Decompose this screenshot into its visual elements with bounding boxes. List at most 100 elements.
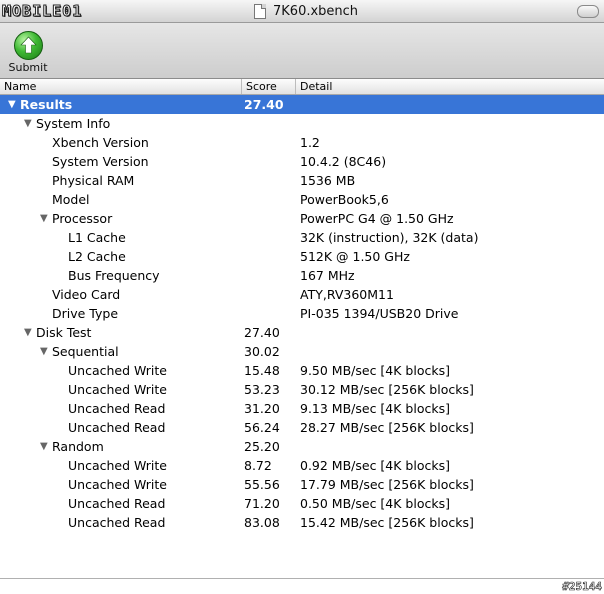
row-detail: 167 MHz [300,268,355,283]
table-row[interactable]: Uncached Write 15.48 9.50 MB/sec [4K block… [0,361,604,380]
table-row[interactable]: Xbench Version 1.2 [0,133,604,152]
table-bottom-border [0,578,604,579]
row-detail: 0.92 MB/sec [4K blocks] [300,458,450,473]
row-name: Uncached Read [68,515,166,530]
table-row[interactable]: ▼ Random 25.20 [0,437,604,456]
row-name: Uncached Write [68,382,167,397]
row-score: 31.20 [244,401,280,416]
table-row[interactable]: Model PowerBook5,6 [0,190,604,209]
row-detail: 32K (instruction), 32K (data) [300,230,479,245]
table-row[interactable]: Bus Frequency 167 MHz [0,266,604,285]
row-name: Video Card [52,287,121,302]
row-detail: 9.50 MB/sec [4K blocks] [300,363,450,378]
row-detail: 30.12 MB/sec [256K blocks] [300,382,474,397]
disclosure-triangle-icon[interactable]: ▼ [24,114,32,133]
row-score: 27.40 [244,97,284,112]
row-name: System Version [52,154,149,169]
window-title-text: 7K60.xbench [273,3,359,19]
table-row[interactable]: Uncached Read 83.08 15.42 MB/sec [256K blo… [0,513,604,532]
row-name: Uncached Write [68,458,167,473]
up-arrow-glyph [20,36,37,54]
row-score: 15.48 [244,363,280,378]
row-name: Model [52,192,90,207]
table-row[interactable]: Uncached Read 56.24 28.27 MB/sec [256K blo… [0,418,604,437]
table-row[interactable]: Uncached Write 8.72 0.92 MB/sec [4K blocks… [0,456,604,475]
table-row[interactable]: L1 Cache 32K (instruction), 32K (data) [0,228,604,247]
row-name: Processor [52,211,113,226]
mobile01-logo: MOBILE01 [1,2,83,21]
xbench-window: MOBILE01 7K60.xbench Submit Name Score D… [0,0,604,594]
toolbar: Submit [0,23,604,79]
row-name: Physical RAM [52,173,135,188]
document-icon [254,3,266,19]
row-score: 55.56 [244,477,280,492]
row-name: Uncached Read [68,496,166,511]
table-row[interactable]: ▼ Processor PowerPC G4 @ 1.50 GHz [0,209,604,228]
disclosure-triangle-icon[interactable]: ▼ [8,95,16,114]
row-name: Uncached Read [68,401,166,416]
row-score: 25.20 [244,439,280,454]
table-row[interactable]: Drive Type PI-035 1394/USB20 Drive [0,304,604,323]
row-detail: ATY,RV360M11 [300,287,394,302]
row-name: Drive Type [52,306,119,321]
disclosure-triangle-icon[interactable]: ▼ [40,342,48,361]
table-row[interactable]: ▼ Sequential 30.02 [0,342,604,361]
row-name: Xbench Version [52,135,149,150]
column-header-name[interactable]: Name [0,79,242,94]
table-row[interactable]: ▼ Disk Test 27.40 [0,323,604,342]
table-row[interactable]: L2 Cache 512K @ 1.50 GHz [0,247,604,266]
row-detail: 1536 MB [300,173,356,188]
table-row[interactable]: ▼ System Info [0,114,604,133]
title-bar[interactable]: MOBILE01 7K60.xbench [0,0,604,23]
row-detail: 512K @ 1.50 GHz [300,249,410,264]
column-header-detail[interactable]: Detail [296,79,604,94]
row-name: Bus Frequency [68,268,160,283]
row-detail: 28.27 MB/sec [256K blocks] [300,420,474,435]
table-row[interactable]: Uncached Read 71.20 0.50 MB/sec [4K blocks… [0,494,604,513]
row-name: Uncached Read [68,420,166,435]
row-name: L1 Cache [68,230,126,245]
row-name: L2 Cache [68,249,126,264]
table-row[interactable]: Uncached Read 31.20 9.13 MB/sec [4K blocks… [0,399,604,418]
disclosure-triangle-icon[interactable]: ▼ [24,323,32,342]
submit-label: Submit [8,61,48,74]
row-name: System Info [36,116,111,131]
table-row[interactable]: Physical RAM 1536 MB [0,171,604,190]
up-arrow-icon [14,31,43,60]
results-table[interactable]: Name Score Detail ▼ Results 27.40 ▼ System I… [0,79,604,579]
row-detail: 0.50 MB/sec [4K blocks] [300,496,450,511]
row-score: 83.08 [244,515,280,530]
table-row[interactable]: Video Card ATY,RV360M11 [0,285,604,304]
submit-button[interactable]: Submit [4,29,50,75]
row-detail: PowerBook5,6 [300,192,389,207]
row-detail: PI-035 1394/USB20 Drive [300,306,459,321]
row-score: 27.40 [244,325,280,340]
row-detail: 15.42 MB/sec [256K blocks] [300,515,474,530]
row-name: Uncached Write [68,477,167,492]
row-name: Results [20,97,73,112]
column-header-score[interactable]: Score [242,79,296,94]
table-row[interactable]: Uncached Write 55.56 17.79 MB/sec [256K bl… [0,475,604,494]
row-score: 53.23 [244,382,280,397]
disclosure-triangle-icon[interactable]: ▼ [40,209,48,228]
toolbar-toggle-button[interactable] [577,5,599,18]
window-title: 7K60.xbench [254,3,358,19]
row-score: 30.02 [244,344,280,359]
row-name: Uncached Write [68,363,167,378]
table-row[interactable]: Uncached Write 53.23 30.12 MB/sec [256K bl… [0,380,604,399]
row-score: 56.24 [244,420,280,435]
watermark: #25144 [562,580,602,594]
row-name: Sequential [52,344,119,359]
table-header: Name Score Detail [0,79,604,95]
row-detail: 17.79 MB/sec [256K blocks] [300,477,474,492]
row-detail: 9.13 MB/sec [4K blocks] [300,401,450,416]
row-score: 71.20 [244,496,280,511]
row-detail: PowerPC G4 @ 1.50 GHz [300,211,454,226]
row-name: Disk Test [36,325,92,340]
row-detail: 1.2 [300,135,320,150]
row-name: Random [52,439,104,454]
table-row[interactable]: System Version 10.4.2 (8C46) [0,152,604,171]
row-detail: 10.4.2 (8C46) [300,154,387,169]
table-row[interactable]: ▼ Results 27.40 [0,95,604,114]
disclosure-triangle-icon[interactable]: ▼ [40,437,48,456]
